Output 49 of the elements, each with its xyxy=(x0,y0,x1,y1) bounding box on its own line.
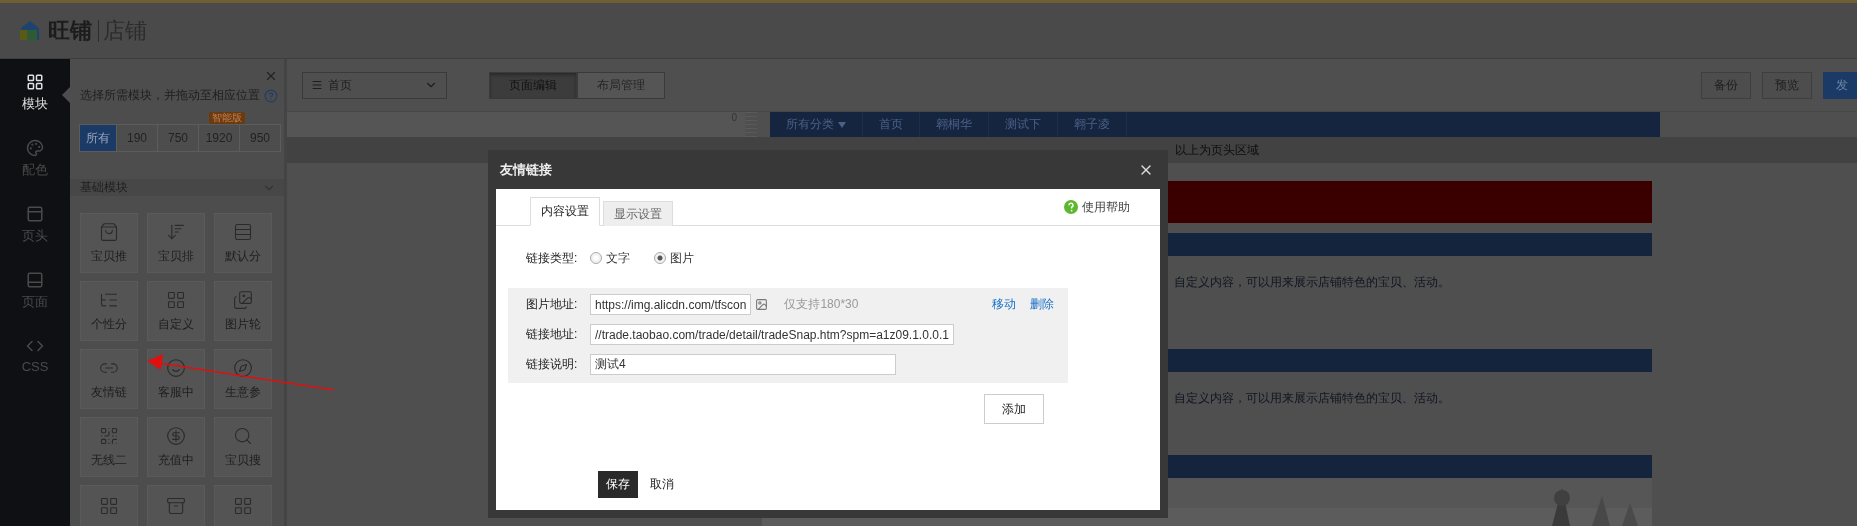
input-field[interactable]: https://img.alicdn.com/tfscon xyxy=(590,294,752,315)
rows-icon xyxy=(233,221,253,242)
dialog-title: 友情链接 xyxy=(500,160,552,179)
add-button[interactable]: 添加 xyxy=(984,394,1044,424)
dialog-tab[interactable]: 内容设置 xyxy=(530,197,600,226)
grid-icon xyxy=(233,496,253,516)
close-icon[interactable] xyxy=(264,69,278,83)
qr-code-icon xyxy=(99,425,119,446)
sidebar-item[interactable]: 配色 xyxy=(0,133,70,185)
row-action-link[interactable]: 删除 xyxy=(1030,296,1054,313)
compass-icon xyxy=(233,357,253,378)
size-hint: 仅支持180*30 xyxy=(784,296,859,313)
caret-icon xyxy=(838,121,846,128)
box-icon xyxy=(166,496,186,516)
grid-icon xyxy=(99,496,119,516)
cancel-link[interactable]: 取消 xyxy=(650,476,674,493)
logo-icon xyxy=(18,18,42,43)
smile-icon xyxy=(166,357,186,378)
palette-icon xyxy=(26,139,44,157)
radio-option[interactable]: 文字 xyxy=(590,249,630,267)
field-label: 图片地址: xyxy=(526,296,579,313)
save-button[interactable]: 保存 xyxy=(598,471,638,498)
publish-button[interactable]: 发 xyxy=(1823,71,1857,99)
image-icon[interactable] xyxy=(755,298,769,311)
sidebar-item[interactable]: 模块 xyxy=(0,67,70,119)
dialog-tab[interactable]: 显示设置 xyxy=(603,201,673,226)
grid-icon xyxy=(166,289,186,310)
help-icon[interactable] xyxy=(264,88,278,103)
menu-icon xyxy=(311,79,323,92)
help-link[interactable]: 使用帮助 xyxy=(1064,198,1130,216)
header-icon xyxy=(26,205,44,223)
field-label: 链接说明: xyxy=(526,356,579,373)
search-icon xyxy=(233,425,253,446)
input-field[interactable]: //trade.taobao.com/trade/detail/tradeSnap.htm?spm=a1z09.1.0.0.1 xyxy=(590,324,954,345)
field-label: 链接地址: xyxy=(526,326,579,343)
field-label: 链接类型: xyxy=(526,249,579,267)
row-action-link[interactable]: 移动 xyxy=(992,296,1016,313)
sidebar-item[interactable]: CSS xyxy=(0,331,70,380)
dollar-icon xyxy=(166,425,186,446)
page-icon xyxy=(26,271,44,289)
image-icon xyxy=(233,289,253,310)
grid-icon xyxy=(26,73,44,91)
ruler xyxy=(745,112,757,138)
badge: 智能版 xyxy=(209,112,245,124)
radio-option[interactable]: 图片 xyxy=(654,249,694,267)
input-field[interactable]: 测试4 xyxy=(590,354,896,375)
bag-icon xyxy=(99,221,119,242)
width-filter-tab[interactable]: 所有 xyxy=(79,124,117,152)
help-icon xyxy=(1064,200,1078,214)
